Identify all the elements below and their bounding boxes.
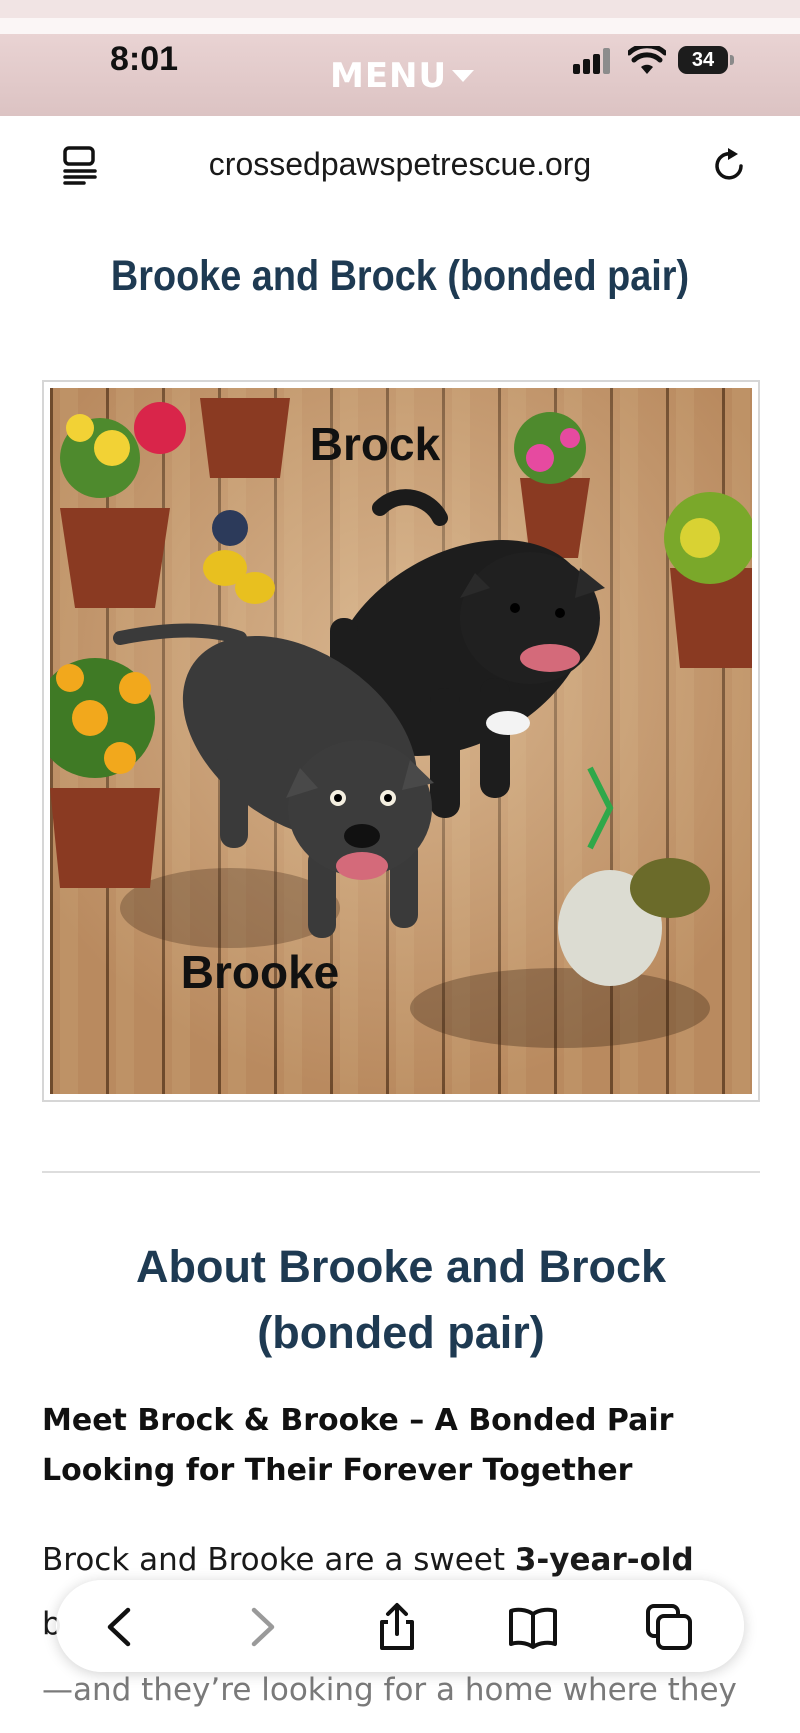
tabs-icon[interactable] [644, 1602, 694, 1652]
cellular-signal-icon [573, 48, 610, 74]
paragraph-bottom-line: —and they’re looking for a home where th… [42, 1672, 737, 1708]
battery-tip [730, 55, 734, 65]
dogs-photo-frame: Brock Brooke [42, 380, 760, 1102]
status-bar: 8:01 MENU 34 [0, 34, 800, 116]
back-icon[interactable] [96, 1602, 146, 1652]
menu-button[interactable]: MENU [330, 56, 447, 96]
intro-text: Brock and Brooke are a sweet [42, 1542, 515, 1578]
chevron-down-icon[interactable] [452, 70, 474, 84]
reload-icon[interactable] [712, 146, 748, 184]
top-strip-line [0, 18, 800, 34]
reflected-text-artifact [40, 178, 640, 208]
section-divider [42, 1171, 760, 1173]
wifi-icon [628, 46, 666, 74]
photo-label-brock: Brock [310, 418, 441, 470]
battery-icon: 34 [678, 46, 728, 74]
address-bar[interactable]: crossedpawspetrescue.org [0, 116, 800, 216]
share-icon[interactable] [372, 1602, 422, 1652]
about-heading: About Brooke and Brock (bonded pair) [135, 1241, 667, 1358]
dogs-photo: Brock Brooke [50, 388, 752, 1094]
meet-heading: Meet Brock & Brooke – A Bonded Pair Look… [42, 1403, 674, 1488]
page-title: Brooke and Brock (bonded pair) [110, 252, 690, 300]
bookmarks-icon[interactable] [508, 1602, 558, 1652]
top-strip [0, 0, 800, 18]
forward-icon[interactable] [236, 1602, 286, 1652]
photo-label-brooke: Brooke [181, 946, 339, 998]
status-time: 8:01 [110, 40, 179, 78]
browser-toolbar [56, 1580, 744, 1672]
intro-bold: 3-year-old [514, 1542, 694, 1578]
